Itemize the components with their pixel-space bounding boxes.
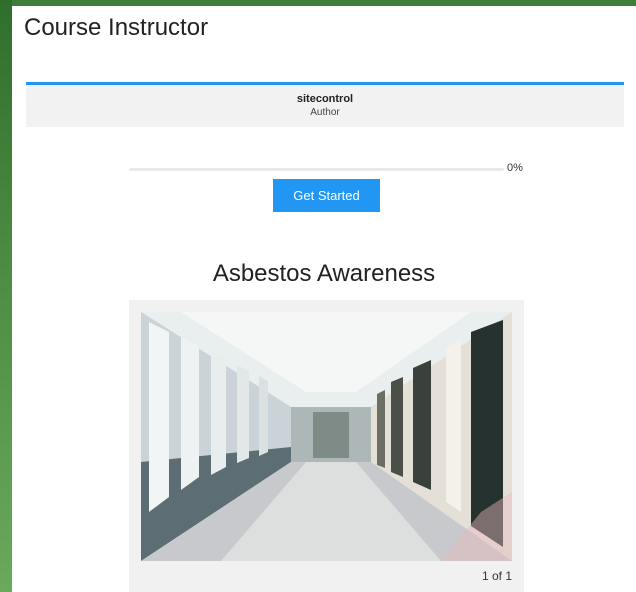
page-title: Course Instructor [24, 14, 209, 41]
slide-viewer: 1 of 1 [129, 300, 524, 592]
instructor-name: sitecontrol [296, 93, 354, 105]
course-title: Asbestos Awareness [212, 260, 436, 287]
instructor-card: sitecontrol Author [26, 82, 624, 127]
slide-counter: 1 of 1 [481, 569, 512, 583]
hallway-photo [141, 312, 512, 561]
get-started-button[interactable]: Get Started [273, 179, 380, 212]
course-panel: Course Instructor sitecontrol Author 0% … [12, 6, 636, 592]
course-progress-bar [129, 168, 504, 171]
instructor-role: Author [310, 107, 340, 118]
page-background-left [0, 0, 12, 592]
course-progress-percent: 0% [507, 162, 523, 174]
